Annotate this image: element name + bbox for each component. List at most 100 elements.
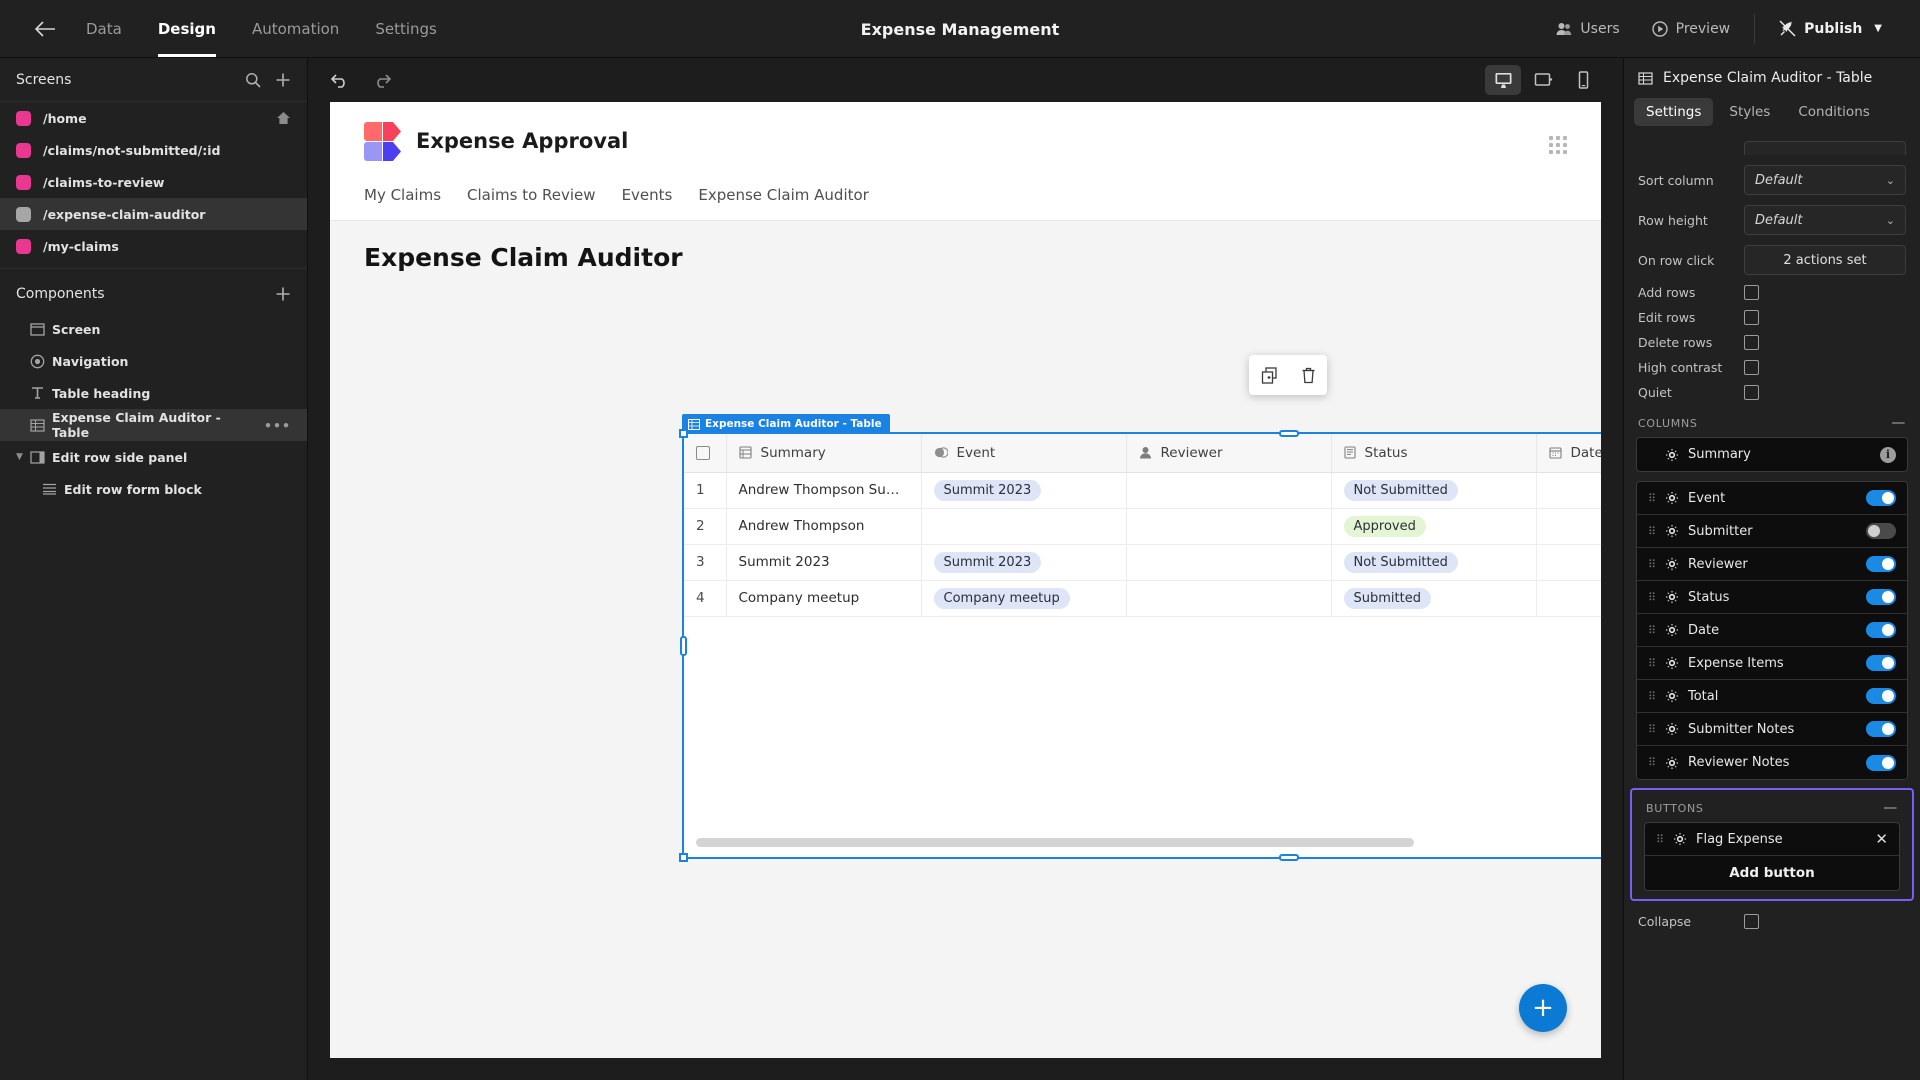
tab-conditions[interactable]: Conditions [1786,98,1881,126]
nav-item-events[interactable]: Events [622,186,673,204]
quiet-checkbox[interactable] [1744,385,1759,400]
undo-icon[interactable] [330,72,350,88]
gear-icon[interactable] [1665,756,1679,770]
tab-settings[interactable]: Settings [1634,98,1714,126]
column-visibility-toggle[interactable] [1866,622,1896,638]
table-header-reviewer[interactable]: Reviewer [1126,434,1332,473]
table-row[interactable]: 4 Company meetup Company meetup Submitte… [684,580,1601,617]
column-item-reviewer-notes[interactable]: ⠿ Reviewer Notes [1637,746,1907,779]
nav-item-expense-claim-auditor[interactable]: Expense Claim Auditor [698,186,869,204]
on-row-click-button[interactable]: 2 actions set [1744,245,1906,275]
add-screen-icon[interactable] [275,72,291,88]
drag-handle-icon[interactable]: ⠿ [1648,657,1656,670]
duplicate-icon[interactable] [1261,366,1278,384]
component-item-table-heading[interactable]: Table heading [0,377,307,409]
top-tab-settings[interactable]: Settings [357,0,455,57]
column-visibility-toggle[interactable] [1866,589,1896,605]
nav-item-my-claims[interactable]: My Claims [364,186,441,204]
sort-column-select[interactable]: Default ⌄ [1744,165,1906,195]
table-header-date[interactable]: Date [1536,434,1601,473]
table-header-event[interactable]: Event [921,434,1127,473]
column-visibility-toggle[interactable] [1866,688,1896,704]
table-header-summary[interactable]: Summary [726,434,922,473]
gear-icon[interactable] [1665,590,1679,604]
column-visibility-toggle[interactable] [1866,721,1896,737]
component-item-screen[interactable]: Screen [0,313,307,345]
top-tab-automation[interactable]: Automation [234,0,357,57]
preview-button[interactable]: Preview [1636,0,1747,58]
sidebar-item-claims-to-review[interactable]: /claims-to-review [0,166,307,198]
select-all-checkbox[interactable] [696,445,710,460]
info-icon[interactable]: i [1880,446,1896,463]
top-tab-data[interactable]: Data [68,0,140,57]
column-item-event[interactable]: ⠿ Event [1637,482,1907,515]
gear-icon[interactable] [1665,689,1679,703]
add-floating-action-button[interactable]: + [1519,984,1567,1032]
top-tab-design[interactable]: Design [140,0,234,57]
column-visibility-toggle[interactable] [1866,523,1896,539]
collapse-buttons-icon[interactable]: — [1883,800,1898,816]
sidebar-item-home[interactable]: /home [0,102,307,134]
drag-handle-icon[interactable]: ⠿ [1648,525,1656,538]
drag-handle-icon[interactable]: ⠿ [1656,833,1664,846]
column-visibility-toggle[interactable] [1866,556,1896,572]
delete-rows-checkbox[interactable] [1744,335,1759,350]
column-item-reviewer[interactable]: ⠿ Reviewer [1637,548,1907,581]
drag-handle-icon[interactable]: ⠿ [1648,756,1656,769]
gear-icon[interactable] [1665,491,1679,505]
column-visibility-toggle[interactable] [1866,490,1896,506]
search-icon[interactable] [245,72,261,88]
gear-icon[interactable] [1665,448,1679,462]
column-item-submitter-notes[interactable]: ⠿ Submitter Notes [1637,713,1907,746]
component-item-edit-row-side-panel[interactable]: ▼ Edit row side panel [0,441,307,473]
table-header-select[interactable] [684,434,727,473]
trash-icon[interactable] [1301,367,1316,384]
column-item-expense-items[interactable]: ⠿ Expense Items [1637,647,1907,680]
row-height-select[interactable]: Default ⌄ [1744,205,1906,235]
drag-handle-icon[interactable]: ⠿ [1648,624,1656,637]
sidebar-item-expense-claim-auditor[interactable]: /expense-claim-auditor [0,198,307,230]
users-button[interactable]: Users [1540,0,1635,58]
gear-icon[interactable] [1665,656,1679,670]
collapse-columns-icon[interactable]: — [1891,415,1906,431]
gear-icon[interactable] [1665,722,1679,736]
desktop-icon[interactable] [1485,65,1521,95]
add-rows-checkbox[interactable] [1744,285,1759,300]
add-component-icon[interactable] [275,286,291,302]
drag-handle-icon[interactable]: ⠿ [1648,558,1656,571]
table-header-status[interactable]: Status [1331,434,1537,473]
column-item-date[interactable]: ⠿ Date [1637,614,1907,647]
gear-icon[interactable] [1673,832,1687,846]
collapse-checkbox[interactable] [1744,914,1759,929]
tablet-icon[interactable] [1525,65,1561,95]
mobile-icon[interactable] [1565,65,1601,95]
table-row[interactable]: 2 Andrew Thompson Approved Flag Expense [684,508,1601,545]
drag-handle-icon[interactable]: ⠿ [1648,591,1656,604]
button-item-flag-expense[interactable]: ⠿ Flag Expense ✕ [1645,823,1899,856]
edit-rows-checkbox[interactable] [1744,310,1759,325]
table-row[interactable]: 1 Andrew Thompson Summit… Summit 2023 No… [684,472,1601,509]
high-contrast-checkbox[interactable] [1744,360,1759,375]
component-more-icon[interactable]: ••• [264,418,291,433]
tab-styles[interactable]: Styles [1717,98,1782,126]
component-item-edit-row-form-block[interactable]: Edit row form block [0,473,307,505]
table-row[interactable]: 3 Summit 2023 Summit 2023 Not Submitted … [684,544,1601,581]
column-item-total[interactable]: ⠿ Total [1637,680,1907,713]
gear-icon[interactable] [1665,623,1679,637]
redo-icon[interactable] [372,72,392,88]
column-item-status[interactable]: ⠿ Status [1637,581,1907,614]
gear-icon[interactable] [1665,557,1679,571]
column-item-summary[interactable]: Summary i [1637,438,1907,471]
column-item-submitter[interactable]: ⠿ Submitter [1637,515,1907,548]
column-visibility-toggle[interactable] [1866,754,1896,771]
sidebar-item-my-claims[interactable]: /my-claims [0,230,307,262]
drag-handle-icon[interactable]: ⠿ [1648,723,1656,736]
drag-handle-icon[interactable]: ⠿ [1648,690,1656,703]
column-visibility-toggle[interactable] [1866,655,1896,671]
component-item-navigation[interactable]: Navigation [0,345,307,377]
partial-select[interactable] [1744,141,1906,155]
drag-handle-icon[interactable]: ⠿ [1648,492,1656,505]
sidebar-item-claims-not-submitted[interactable]: /claims/not-submitted/:id [0,134,307,166]
chevron-down-icon[interactable]: ▼ [16,452,30,462]
close-icon[interactable]: ✕ [1875,830,1888,848]
